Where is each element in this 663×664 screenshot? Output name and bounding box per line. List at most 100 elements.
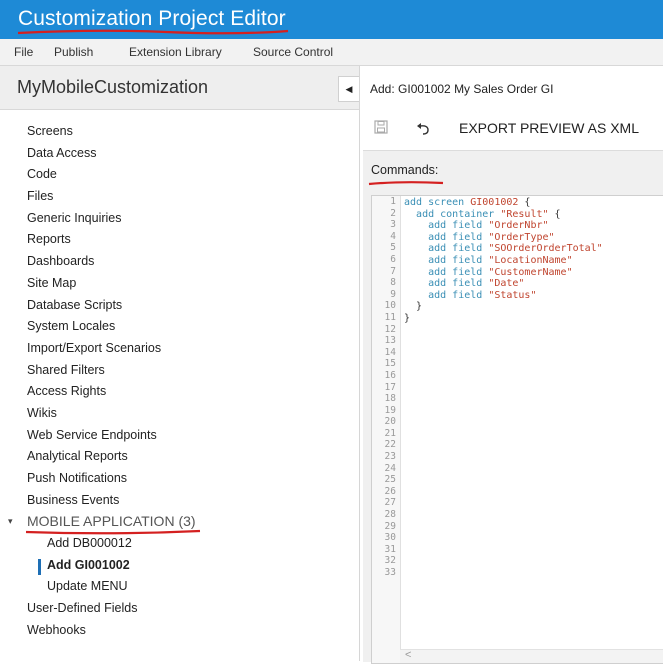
tree-item-label: Push Notifications <box>27 471 128 485</box>
line-number: 2 <box>390 207 396 219</box>
tree-item-access-rights[interactable]: Access Rights <box>0 381 359 403</box>
line-number: 29 <box>384 520 396 532</box>
tree-item-analytical-reports[interactable]: Analytical Reports <box>0 446 359 468</box>
line-number: 30 <box>384 532 396 544</box>
code-line: add container "Result" { <box>404 209 603 221</box>
tree-item-screens[interactable]: Screens <box>0 121 359 143</box>
tree-item-label: Business Events <box>27 492 120 507</box>
code-line: add field "CustomerName" <box>404 267 603 279</box>
code-token: add field <box>428 278 489 290</box>
line-number: 10 <box>384 300 396 312</box>
tree-item-label: Generic Inquiries <box>27 210 122 225</box>
line-number: 17 <box>384 381 396 393</box>
tree-item-update-menu[interactable]: Update MENU <box>0 576 359 598</box>
code-token: "OrderType" <box>488 231 555 243</box>
title-bar: Customization Project Editor <box>0 0 663 39</box>
tree-item-push-notifications[interactable]: Push Notifications <box>0 468 359 490</box>
code-line: add field "Date" <box>404 278 603 290</box>
tree-item-label: Import/Export Scenarios <box>27 340 162 355</box>
project-tree-panel: MyMobileCustomization ◀ Screens Data Acce… <box>0 66 360 661</box>
tree-item-import-export-scenarios[interactable]: Import/Export Scenarios <box>0 338 359 360</box>
line-number: 19 <box>384 404 396 416</box>
save-icon[interactable] <box>374 120 388 134</box>
tree-item-label: Database Scripts <box>27 297 123 312</box>
code-line: add field "Status" <box>404 290 603 302</box>
tree-item-label: Files <box>27 189 54 204</box>
code-token: add field <box>428 289 489 301</box>
annotation-underline <box>368 181 444 186</box>
code-editor[interactable]: 1 2 3 4 5 6 7 8 9 10 11 12 13 14 15 16 17 18 19 20 21 22 23 24 2… <box>371 195 663 664</box>
code-token: } <box>404 312 411 324</box>
line-number: 15 <box>384 358 396 370</box>
line-number: 26 <box>384 485 396 497</box>
tree-item-dashboards[interactable]: Dashboards <box>0 251 359 273</box>
line-number: 21 <box>384 427 396 439</box>
tree-item-add-gi001002[interactable]: Add GI001002 <box>0 555 359 577</box>
tree-item-site-map[interactable]: Site Map <box>0 273 359 295</box>
tree-item-shared-filters[interactable]: Shared Filters <box>0 360 359 382</box>
tree-item-label: Screens <box>27 124 73 138</box>
line-number: 8 <box>390 277 396 289</box>
undo-icon[interactable] <box>416 122 432 136</box>
menu-file[interactable]: File <box>14 45 33 59</box>
tree-item-business-events[interactable]: Business Events <box>0 490 359 512</box>
code-token: { <box>518 197 531 208</box>
tree-item-wikis[interactable]: Wikis <box>0 403 359 425</box>
export-preview-xml-button[interactable]: EXPORT PREVIEW AS XML <box>459 120 639 136</box>
tree-item-web-service-endpoints[interactable]: Web Service Endpoints <box>0 425 359 447</box>
expand-caret-icon[interactable]: ▾ <box>8 511 13 533</box>
tree-item-label: Add GI001002 <box>47 557 130 572</box>
code-token: add field <box>428 243 489 255</box>
tree-item-data-access[interactable]: Data Access <box>0 143 359 165</box>
line-number: 7 <box>390 265 396 277</box>
tree-item-label: Code <box>27 167 57 182</box>
tree-item-webhooks[interactable]: Webhooks <box>0 620 359 642</box>
menu-extension-library[interactable]: Extension Library <box>129 45 222 59</box>
code-token: "Result" <box>500 208 549 220</box>
code-token: add field <box>428 220 489 232</box>
code-token: add field <box>428 231 489 243</box>
commands-label: Commands: <box>371 163 439 177</box>
tree-item-files[interactable]: Files <box>0 186 359 208</box>
tree-item-database-scripts[interactable]: Database Scripts <box>0 295 359 317</box>
tree-item-generic-inquiries[interactable]: Generic Inquiries <box>0 208 359 230</box>
tree-item-label: Site Map <box>27 275 77 290</box>
line-number: 3 <box>390 219 396 231</box>
menu-publish[interactable]: Publish <box>54 45 93 59</box>
tree-item-user-defined-fields[interactable]: User-Defined Fields <box>0 598 359 620</box>
code-token: "LocationName" <box>488 254 573 266</box>
line-number: 22 <box>384 439 396 451</box>
tree-item-label: MOBILE APPLICATION (3) <box>27 513 196 530</box>
main-panel: Add: GI001002 My Sales Order GI EXPORT P… <box>360 66 663 664</box>
line-number: 9 <box>390 288 396 300</box>
tree-item-mobile-application-3[interactable]: ▾ MOBILE APPLICATION (3) <box>0 511 359 535</box>
commands-panel: Commands: 1 2 3 4 5 6 7 8 9 10 11 12 13 14 15 16 17 18 19 2… <box>363 150 663 664</box>
tree-item-add-db000012[interactable]: Add DB000012 <box>0 533 359 555</box>
tree-item-reports[interactable]: Reports <box>0 229 359 251</box>
line-number: 6 <box>390 253 396 265</box>
code-token: "Date" <box>488 278 525 290</box>
line-number: 23 <box>384 451 396 463</box>
code-token: add screen <box>404 197 471 208</box>
menu-source-control[interactable]: Source Control <box>253 45 333 59</box>
tree-item-label: Dashboards <box>27 254 95 269</box>
scroll-left-icon[interactable]: < <box>405 649 411 661</box>
tree-item-label: Webhooks <box>27 622 86 637</box>
tree-item-system-locales[interactable]: System Locales <box>0 316 359 338</box>
tree-item-label: Wikis <box>27 405 57 420</box>
code-token: add field <box>428 266 489 278</box>
tree-item-code[interactable]: Code <box>0 164 359 186</box>
line-number: 1 <box>390 196 396 207</box>
tree-item-label: Analytical Reports <box>27 449 128 464</box>
code-line: add field "OrderType" <box>404 232 603 244</box>
collapse-panel-button[interactable]: ◀ <box>338 76 359 102</box>
line-number: 33 <box>384 567 396 578</box>
tree-item-label: Web Service Endpoints <box>27 427 157 442</box>
code-line: add field "LocationName" <box>404 255 603 267</box>
